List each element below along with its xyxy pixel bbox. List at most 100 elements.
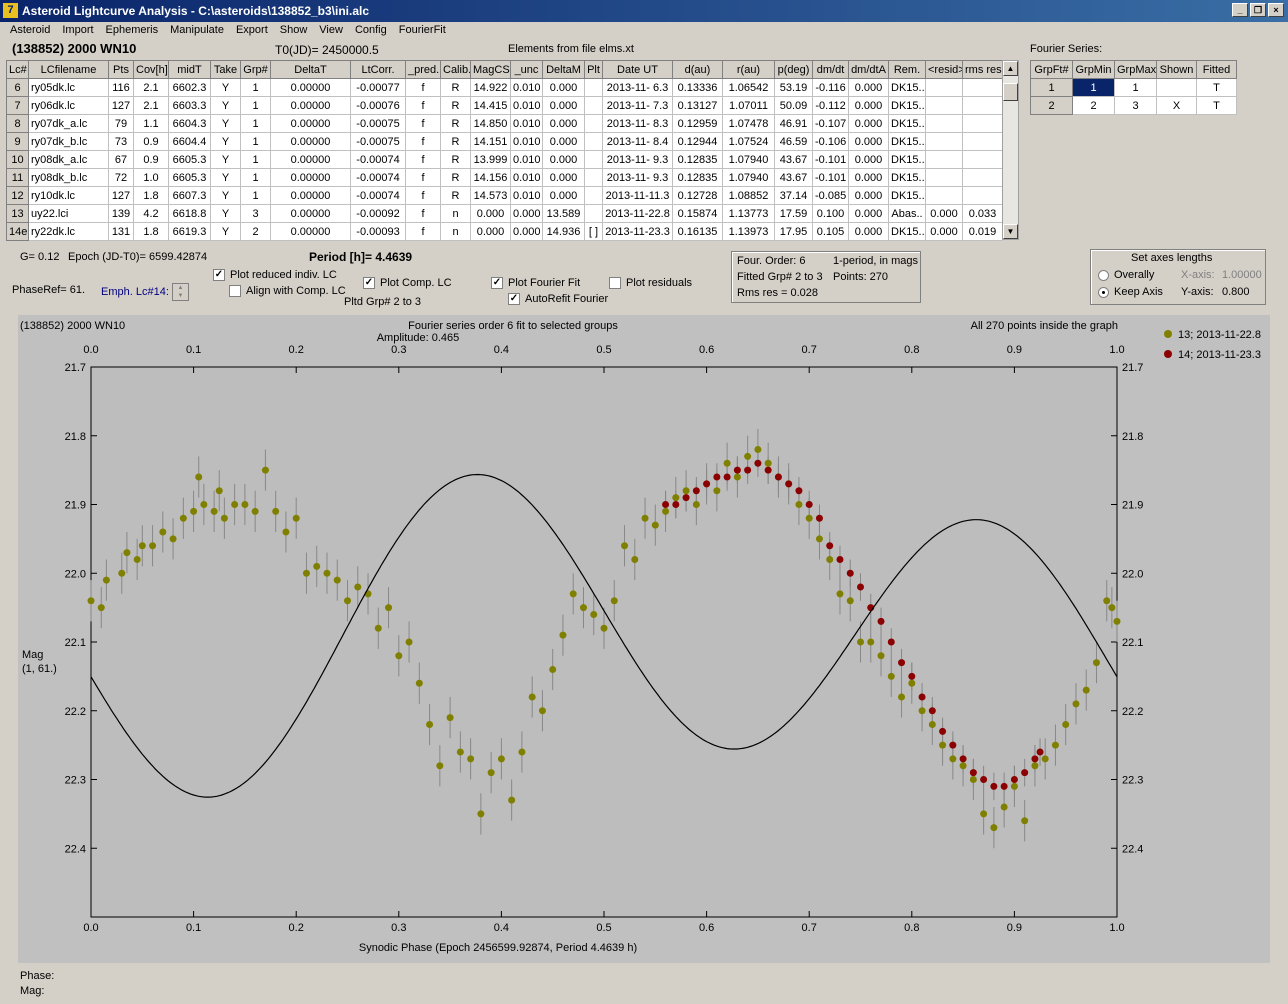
row-header[interactable]: 13 — [6, 204, 29, 223]
table-cell[interactable]: 0.000 — [542, 168, 585, 187]
table-cell[interactable]: 6605.3 — [168, 168, 211, 187]
table-cell[interactable]: R — [440, 96, 471, 115]
table-cell[interactable] — [584, 78, 603, 97]
column-header[interactable]: Plt — [584, 60, 603, 79]
overall-radio[interactable]: Overally — [1098, 269, 1154, 281]
table-cell[interactable]: f — [405, 132, 441, 151]
column-header[interactable]: MagCS — [470, 60, 511, 79]
table-cell[interactable]: 53.19 — [774, 78, 813, 97]
table-cell[interactable]: 17.95 — [774, 222, 813, 241]
table-cell[interactable]: f — [405, 150, 441, 169]
menu-asteroid[interactable]: Asteroid — [4, 22, 56, 41]
table-cell[interactable]: n — [440, 222, 471, 241]
row-header[interactable]: 9 — [6, 132, 29, 151]
table-cell[interactable]: 0.000 — [848, 114, 889, 133]
fourier-column-header[interactable]: GrpMin — [1072, 60, 1115, 79]
table-cell[interactable]: 43.67 — [774, 150, 813, 169]
table-cell[interactable]: 0.9 — [133, 132, 169, 151]
column-header[interactable]: LtCorr. — [350, 60, 406, 79]
fourier-cell[interactable]: 3 — [1114, 96, 1157, 115]
table-cell[interactable]: 0.019 — [962, 222, 1003, 241]
table-row[interactable]: 13 uy22.lci 139 4.2 6618.8 Y 3 0.00000 -0.00092 f… — [6, 204, 1003, 223]
table-cell[interactable]: Y — [210, 114, 241, 133]
table-cell[interactable]: 1 — [240, 96, 271, 115]
table-cell[interactable]: 0.000 — [848, 150, 889, 169]
column-header[interactable]: r(au) — [722, 60, 775, 79]
table-cell[interactable]: ry06dk.lc — [28, 96, 109, 115]
column-header[interactable]: Take — [210, 60, 241, 79]
align-comp-checkbox[interactable]: Align with Comp. LC — [229, 285, 346, 297]
table-cell[interactable]: 2013-11- 6.3 — [602, 78, 673, 97]
column-header[interactable]: d(au) — [672, 60, 723, 79]
table-cell[interactable]: R — [440, 150, 471, 169]
table-cell[interactable]: 0.000 — [510, 222, 543, 241]
table-cell[interactable]: f — [405, 78, 441, 97]
menu-show[interactable]: Show — [274, 22, 314, 41]
table-cell[interactable]: -0.116 — [812, 78, 849, 97]
table-cell[interactable]: -0.101 — [812, 168, 849, 187]
table-cell[interactable]: 0.00000 — [270, 132, 351, 151]
table-cell[interactable]: f — [405, 222, 441, 241]
table-cell[interactable] — [584, 150, 603, 169]
column-header[interactable]: _pred. — [405, 60, 441, 79]
column-header[interactable]: LCfilename — [28, 60, 109, 79]
table-cell[interactable]: 0.010 — [510, 186, 543, 205]
table-cell[interactable]: 0.010 — [510, 168, 543, 187]
table-cell[interactable]: -0.00074 — [350, 168, 406, 187]
lightcurve-chart[interactable]: 0.0 0.0 0.1 0.1 0.2 0.2 0.3 0.3 0.4 0.4 0.5 0.5 0.6 0… — [18, 315, 1270, 963]
column-header[interactable]: _unc — [510, 60, 543, 79]
table-row[interactable]: 9 ry07dk_b.lc 73 0.9 6604.4 Y 1 0.00000 -0.00075… — [6, 132, 1003, 151]
table-cell[interactable]: Y — [210, 132, 241, 151]
table-cell[interactable]: 1.13773 — [722, 204, 775, 223]
table-cell[interactable]: 14.156 — [470, 168, 511, 187]
table-cell[interactable]: 1.13973 — [722, 222, 775, 241]
table-cell[interactable]: ry07dk_b.lc — [28, 132, 109, 151]
table-cell[interactable]: 14.922 — [470, 78, 511, 97]
table-cell[interactable]: DK15.. — [888, 186, 926, 205]
table-cell[interactable] — [584, 204, 603, 223]
table-cell[interactable]: 1.06542 — [722, 78, 775, 97]
table-cell[interactable]: 0.15874 — [672, 204, 723, 223]
table-cell[interactable] — [584, 168, 603, 187]
table-cell[interactable] — [962, 186, 1003, 205]
fourier-column-header[interactable]: Fitted — [1196, 60, 1237, 79]
table-cell[interactable]: 17.59 — [774, 204, 813, 223]
fourier-row[interactable]: 111T — [1030, 78, 1237, 97]
column-header[interactable]: Grp# — [240, 60, 271, 79]
row-header[interactable]: 8 — [6, 114, 29, 133]
table-cell[interactable]: 0.12944 — [672, 132, 723, 151]
table-cell[interactable]: 6618.8 — [168, 204, 211, 223]
table-cell[interactable]: -0.00092 — [350, 204, 406, 223]
table-cell[interactable]: ry07dk_a.lc — [28, 114, 109, 133]
table-cell[interactable]: ry22dk.lc — [28, 222, 109, 241]
table-cell[interactable]: 46.59 — [774, 132, 813, 151]
table-cell[interactable]: 0.010 — [510, 96, 543, 115]
table-cell[interactable]: 116 — [108, 78, 134, 97]
table-cell[interactable]: f — [405, 114, 441, 133]
row-header[interactable]: 11 — [6, 168, 29, 187]
fourier-cell[interactable]: 1 — [1072, 78, 1115, 97]
table-cell[interactable]: 1.8 — [133, 186, 169, 205]
plot-residuals-checkbox[interactable]: Plot residuals — [609, 277, 692, 289]
table-row[interactable]: 8 ry07dk_a.lc 79 1.1 6604.3 Y 1 0.00000 -0.00075… — [6, 114, 1003, 133]
table-cell[interactable]: -0.106 — [812, 132, 849, 151]
table-cell[interactable]: 6607.3 — [168, 186, 211, 205]
plot-fourier-checkbox[interactable]: ✓ Plot Fourier Fit — [491, 277, 580, 289]
fourier-column-header[interactable]: GrpFt# — [1030, 60, 1073, 79]
table-cell[interactable]: 73 — [108, 132, 134, 151]
table-cell[interactable] — [962, 132, 1003, 151]
table-cell[interactable]: -0.112 — [812, 96, 849, 115]
table-cell[interactable]: 6602.3 — [168, 78, 211, 97]
table-cell[interactable]: 46.91 — [774, 114, 813, 133]
table-cell[interactable]: Y — [210, 168, 241, 187]
fourier-row[interactable]: 223XT — [1030, 96, 1237, 115]
table-cell[interactable]: 1.0 — [133, 168, 169, 187]
column-header[interactable]: Lc# — [6, 60, 29, 79]
table-cell[interactable]: 2 — [240, 222, 271, 241]
table-cell[interactable]: 1 — [240, 150, 271, 169]
table-cell[interactable]: Y — [210, 150, 241, 169]
table-cell[interactable]: 1.07940 — [722, 168, 775, 187]
minimize-icon[interactable]: _ — [1232, 3, 1248, 17]
table-cell[interactable] — [962, 96, 1003, 115]
table-cell[interactable]: 0.000 — [542, 96, 585, 115]
